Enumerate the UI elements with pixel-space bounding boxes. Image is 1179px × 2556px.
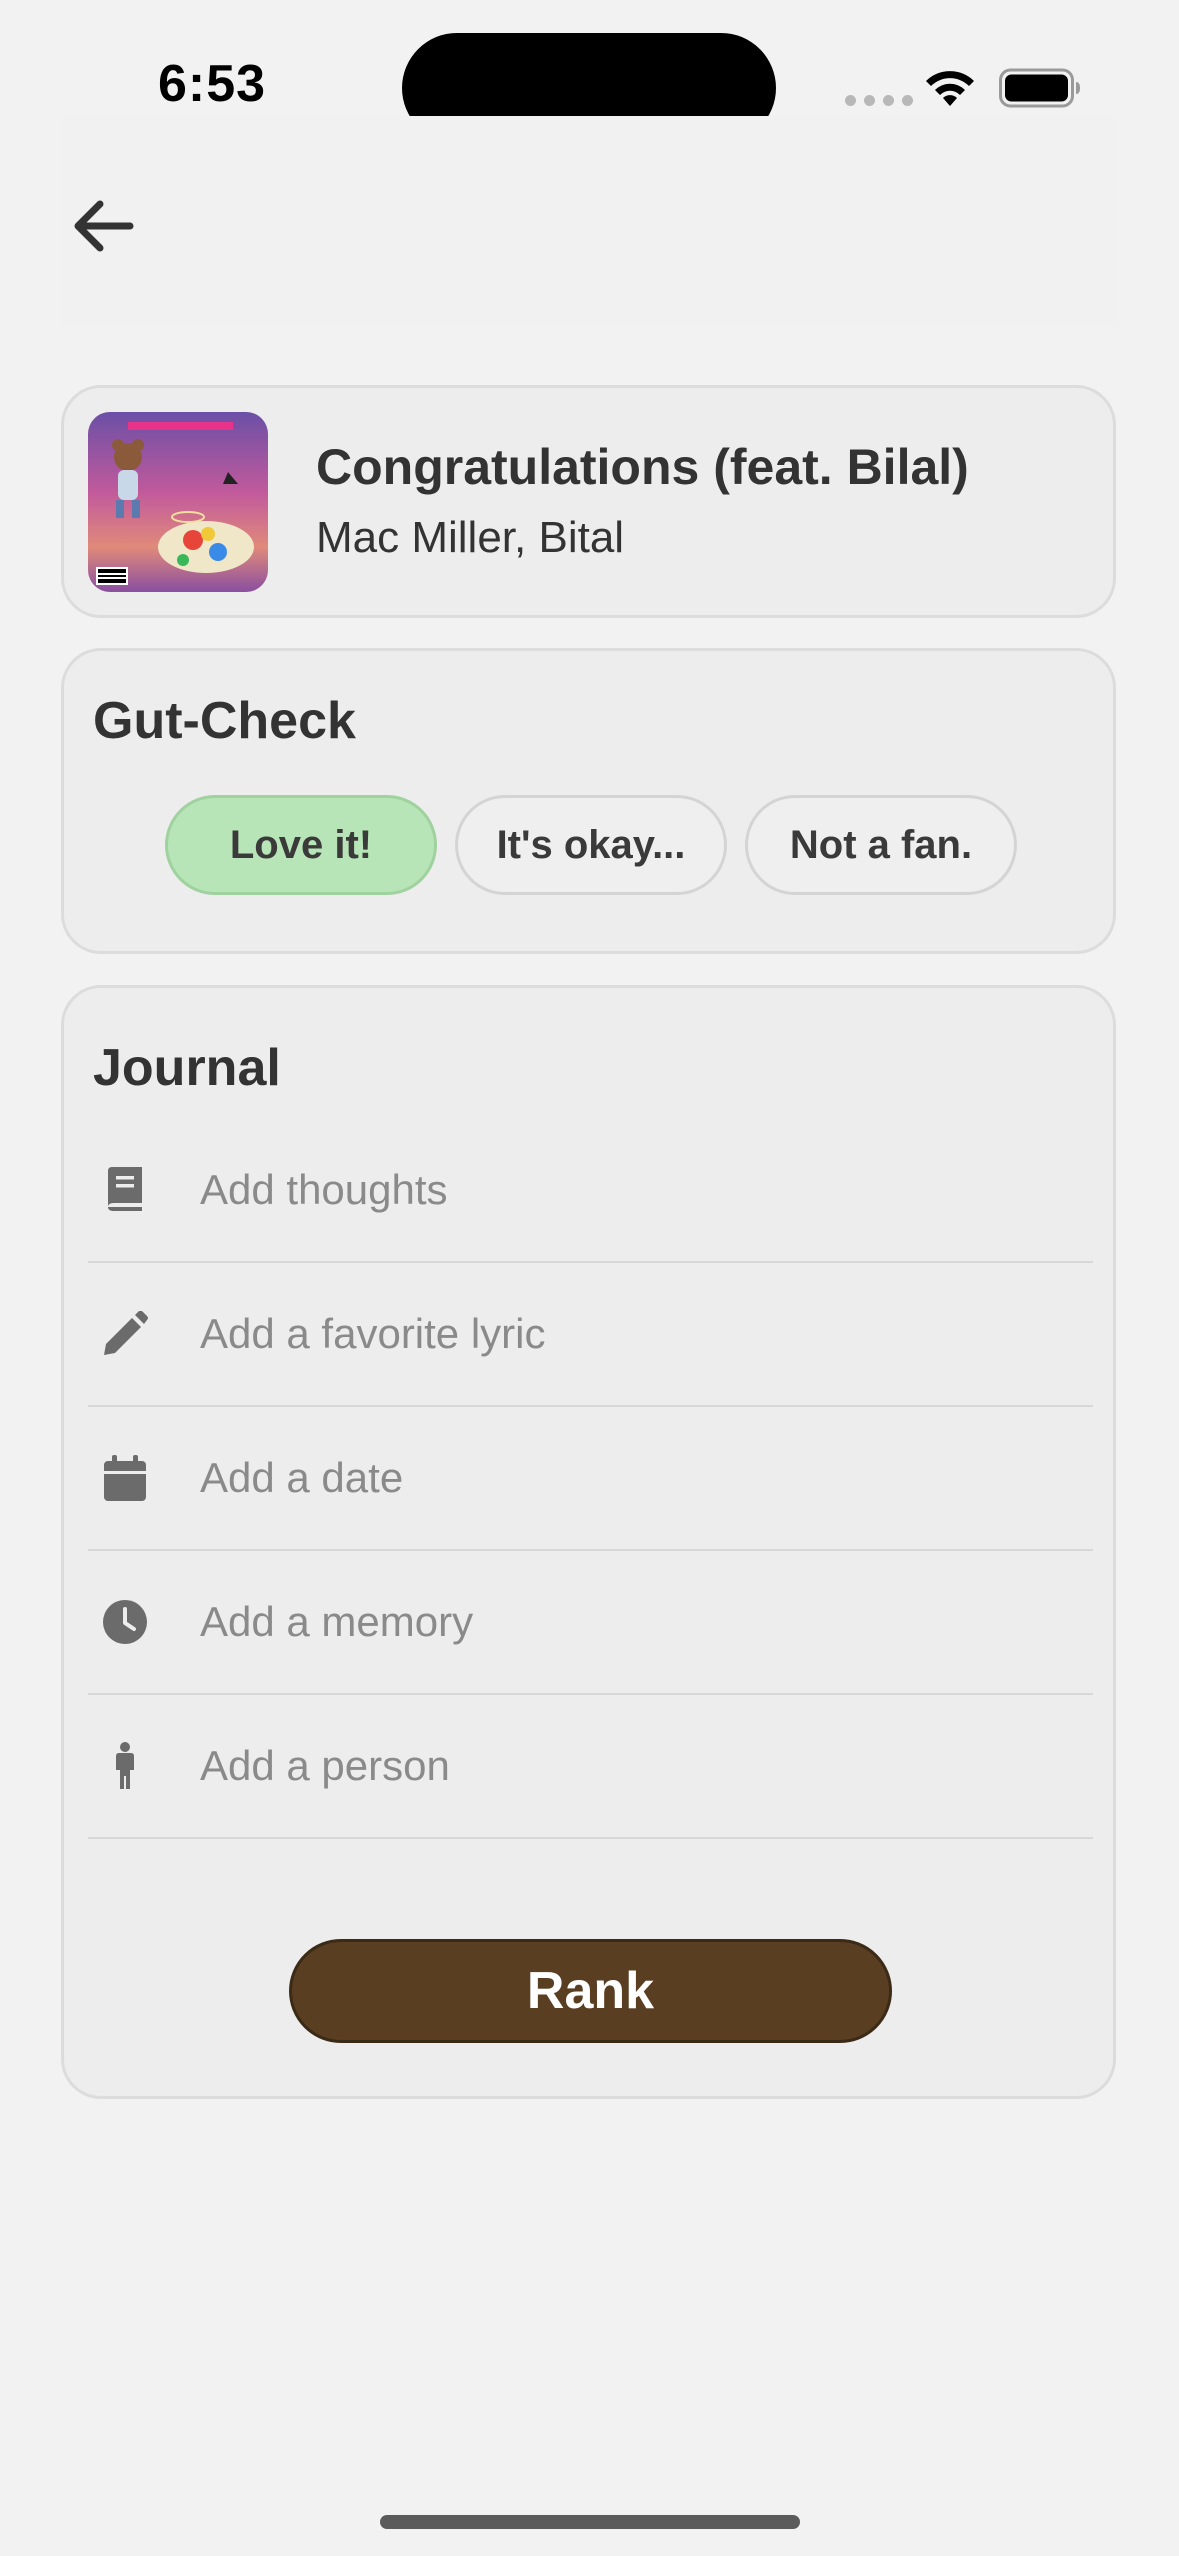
wifi-icon: [926, 71, 974, 106]
clock-icon: [102, 1599, 148, 1645]
journal-row-date[interactable]: Add a date: [88, 1407, 1093, 1551]
song-artist: Mac Miller, Bital: [316, 513, 625, 562]
journal-title: Journal: [93, 1039, 281, 1097]
nav-bar: [62, 116, 1117, 326]
cellular-dots-icon: [845, 95, 913, 106]
memory-placeholder: Add a memory: [200, 1598, 474, 1645]
rank-button[interactable]: Rank: [289, 1939, 892, 2043]
book-icon: [102, 1167, 148, 1213]
song-title: Congratulations (feat. Bilal): [316, 439, 969, 495]
gut-check-card: Gut-Check Love it! It's okay... Not a fa…: [61, 648, 1116, 954]
lyric-placeholder: Add a favorite lyric: [200, 1310, 546, 1357]
status-time: 6:53: [158, 55, 267, 113]
person-placeholder: Add a person: [200, 1742, 450, 1789]
its-okay-button[interactable]: It's okay...: [455, 795, 727, 895]
love-it-button[interactable]: Love it!: [165, 795, 437, 895]
battery-icon: [999, 68, 1080, 108]
pencil-icon: [102, 1311, 148, 1357]
person-icon: [102, 1742, 148, 1789]
journal-card: Journal Add thoughts Add a favorite lyri…: [61, 985, 1116, 2099]
journal-row-thoughts[interactable]: Add thoughts: [88, 1119, 1093, 1263]
arrow-left-icon: [74, 200, 134, 252]
journal-row-person[interactable]: Add a person: [88, 1695, 1093, 1839]
not-a-fan-button[interactable]: Not a fan.: [745, 795, 1017, 895]
calendar-icon: [102, 1455, 148, 1501]
song-card: Congratulations (feat. Bilal) Mac Miller…: [61, 385, 1116, 618]
home-indicator[interactable]: [380, 2515, 800, 2529]
journal-row-lyric[interactable]: Add a favorite lyric: [88, 1263, 1093, 1407]
status-bar: 6:53: [0, 0, 1179, 143]
album-art: [88, 412, 268, 592]
thoughts-placeholder: Add thoughts: [200, 1166, 448, 1213]
date-placeholder: Add a date: [200, 1454, 404, 1501]
journal-row-memory[interactable]: Add a memory: [88, 1551, 1093, 1695]
gut-check-title: Gut-Check: [93, 692, 356, 750]
back-button[interactable]: [62, 186, 142, 266]
